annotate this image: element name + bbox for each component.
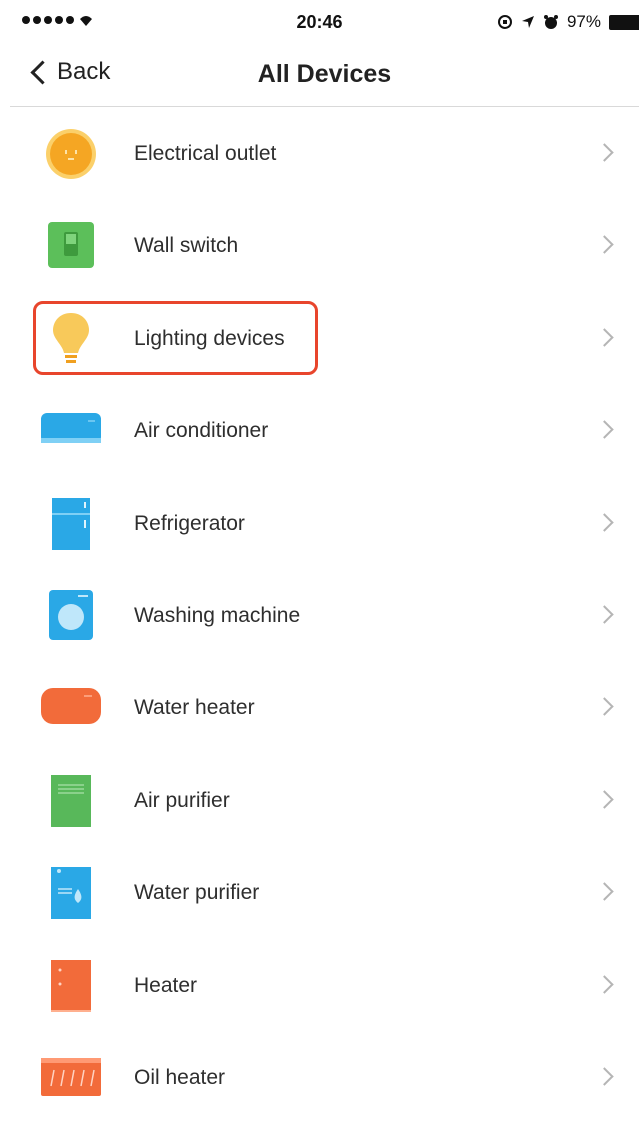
heater-icon [51, 959, 91, 1012]
device-row-electrical-outlet[interactable]: Electrical outlet [0, 108, 639, 200]
status-bar: 20:46 97% [0, 0, 639, 46]
battery-percent: 97% [566, 12, 601, 31]
device-label: Washing machine [134, 603, 301, 627]
device-label: Electrical outlet [134, 142, 277, 165]
device-label: Wall switch [134, 234, 239, 258]
chevron-right-icon [595, 697, 614, 717]
location-icon [521, 16, 534, 28]
refrigerator-icon [52, 497, 90, 550]
chevron-right-icon [595, 328, 614, 347]
device-label: Heater [134, 973, 198, 997]
chevron-right-icon [595, 420, 614, 439]
device-row-oil-heater[interactable]: Oil heater [0, 1032, 639, 1124]
device-label: Air purifier [134, 788, 230, 812]
chevron-right-icon [595, 605, 614, 624]
water-heater-icon [41, 688, 101, 725]
device-label: Air conditioner [134, 419, 269, 443]
device-row-water-purifier[interactable]: Water purifier [0, 847, 639, 939]
device-label: Water heater [134, 696, 255, 720]
washing-machine-icon [49, 589, 93, 640]
air-conditioner-icon [41, 413, 101, 444]
battery-icon [609, 14, 639, 30]
device-row-refrigerator[interactable]: Refrigerator [0, 478, 639, 570]
device-list: Electrical outlet Wall switch Lighting d… [0, 108, 639, 1124]
wall-switch-icon [48, 222, 94, 269]
chevron-right-icon [595, 790, 614, 809]
device-label: Refrigerator [134, 511, 245, 535]
air-purifier-icon [51, 774, 91, 827]
device-label: Lighting devices [134, 326, 285, 350]
chevron-right-icon [595, 235, 614, 255]
device-row-heater[interactable]: Heater [0, 940, 639, 1032]
navigation-bar: Back All Devices [10, 46, 639, 107]
chevron-right-icon [595, 512, 614, 532]
outlet-icon [46, 129, 96, 179]
oil-heater-icon [41, 1057, 101, 1096]
device-row-washing-machine[interactable]: Washing machine [0, 570, 639, 662]
page-title: All Devices [257, 60, 392, 88]
chevron-right-icon [595, 1067, 614, 1086]
alarm-icon [543, 15, 558, 29]
chevron-right-icon [595, 882, 614, 901]
water-purifier-icon [51, 867, 91, 920]
device-label: Water purifier [134, 881, 260, 905]
chevron-right-icon [595, 974, 614, 994]
device-label: Oil heater [134, 1065, 226, 1089]
rotation-lock-icon [497, 15, 512, 29]
device-row-wall-switch[interactable]: Wall switch [0, 200, 639, 292]
device-row-air-conditioner[interactable]: Air conditioner [0, 385, 639, 477]
device-row-water-heater[interactable]: Water heater [0, 662, 639, 754]
light-bulb-icon [53, 312, 89, 363]
device-row-lighting-devices[interactable]: Lighting devices [0, 293, 639, 385]
chevron-right-icon [595, 143, 614, 162]
device-row-air-purifier[interactable]: Air purifier [0, 755, 639, 847]
